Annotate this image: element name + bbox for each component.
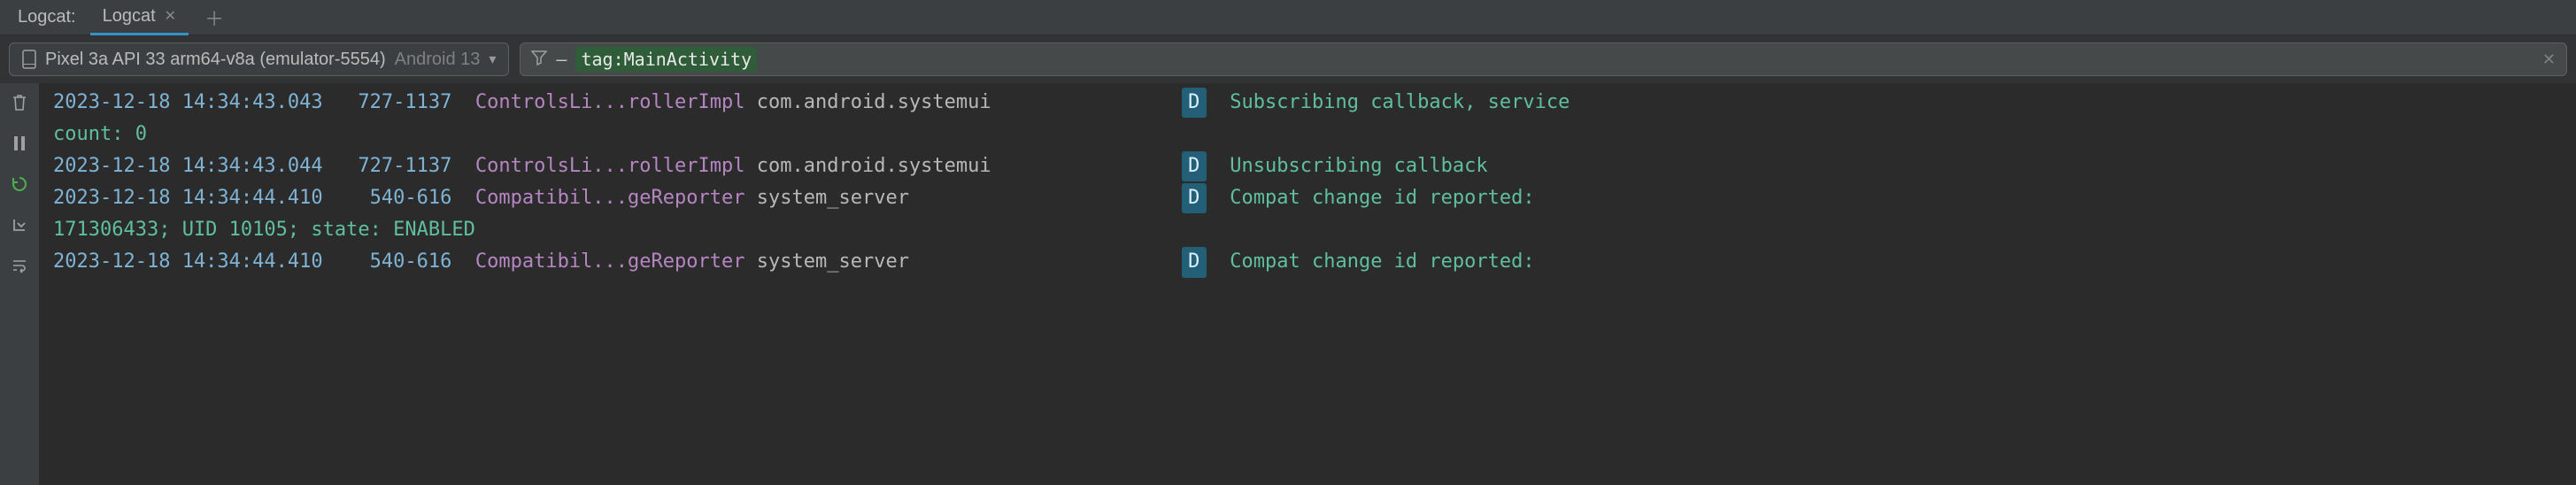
log-row[interactable]: 2023-12-18 14:34:43.043 727-1137 Control… [39, 87, 2576, 119]
device-icon [22, 50, 36, 69]
log-package: com.android.systemui [757, 88, 1182, 118]
log-pid: 727-1137 [346, 151, 451, 181]
logcat-main: 2023-12-18 14:34:43.043 727-1137 Control… [0, 83, 2576, 485]
pause-button[interactable] [7, 131, 32, 156]
add-tab-button[interactable]: ＋ [192, 4, 236, 32]
log-message: Unsubscribing callback [1230, 151, 1487, 181]
filter-input[interactable]: tag:MainActivity [575, 47, 757, 72]
log-timestamp: 2023-12-18 14:34:44.410 [53, 247, 323, 277]
log-message: Compat change id reported: [1230, 183, 1534, 213]
filter-box[interactable]: –tag:MainActivity ✕ [520, 42, 2567, 76]
soft-wrap-button[interactable] [7, 253, 32, 278]
side-toolbar [0, 83, 39, 485]
tab-label: Logcat [103, 6, 156, 27]
log-row[interactable]: 2023-12-18 14:34:44.410 540-616 Compatib… [39, 182, 2576, 214]
log-pid: 540-616 [346, 183, 451, 213]
log-tag: ControlsLi...rollerImpl [475, 151, 745, 181]
log-timestamp: 2023-12-18 14:34:43.043 [53, 88, 323, 118]
log-package: com.android.systemui [757, 151, 1182, 181]
device-selector[interactable]: Pixel 3a API 33 arm64-v8a (emulator-5554… [9, 42, 509, 76]
log-pid: 727-1137 [346, 88, 451, 118]
log-row-continuation[interactable]: count: 0 [39, 119, 2576, 150]
log-message: Compat change id reported: [1230, 247, 1534, 277]
restart-button[interactable] [7, 172, 32, 196]
log-level-badge: D [1182, 88, 1207, 118]
log-tag: Compatibil...geReporter [475, 183, 745, 213]
tab-logcat[interactable]: Logcat ✕ [90, 0, 189, 35]
log-row-continuation[interactable]: 171306433; UID 10105; state: ENABLED [39, 214, 2576, 246]
close-icon[interactable]: ✕ [165, 7, 176, 25]
log-timestamp: 2023-12-18 14:34:43.044 [53, 151, 323, 181]
clear-filter-icon[interactable]: ✕ [2537, 50, 2556, 69]
filter-prefix: – [556, 49, 567, 70]
log-message: Subscribing callback, service [1230, 88, 1570, 118]
log-row[interactable]: 2023-12-18 14:34:43.044 727-1137 Control… [39, 150, 2576, 182]
panel-title: Logcat: [7, 7, 87, 27]
log-pid: 540-616 [346, 247, 451, 277]
logcat-tab-bar: Logcat: Logcat ✕ ＋ [0, 0, 2576, 35]
log-level-badge: D [1182, 151, 1207, 181]
log-level-badge: D [1182, 183, 1207, 213]
log-tag: Compatibil...geReporter [475, 247, 745, 277]
log-output[interactable]: 2023-12-18 14:34:43.043 727-1137 Control… [39, 83, 2576, 485]
android-version: Android 13 [395, 50, 481, 70]
filter-icon [531, 50, 547, 70]
log-package: system_server [757, 247, 1182, 277]
log-tag: ControlsLi...rollerImpl [475, 88, 745, 118]
log-package: system_server [757, 183, 1182, 213]
log-row[interactable]: 2023-12-18 14:34:44.410 540-616 Compatib… [39, 246, 2576, 278]
device-name: Pixel 3a API 33 arm64-v8a (emulator-5554… [45, 50, 386, 70]
clear-log-button[interactable] [7, 90, 32, 115]
log-level-badge: D [1182, 247, 1207, 277]
log-timestamp: 2023-12-18 14:34:44.410 [53, 183, 323, 213]
scroll-to-end-button[interactable] [7, 212, 32, 237]
chevron-down-icon: ▾ [489, 50, 496, 68]
logcat-toolbar: Pixel 3a API 33 arm64-v8a (emulator-5554… [0, 35, 2576, 83]
